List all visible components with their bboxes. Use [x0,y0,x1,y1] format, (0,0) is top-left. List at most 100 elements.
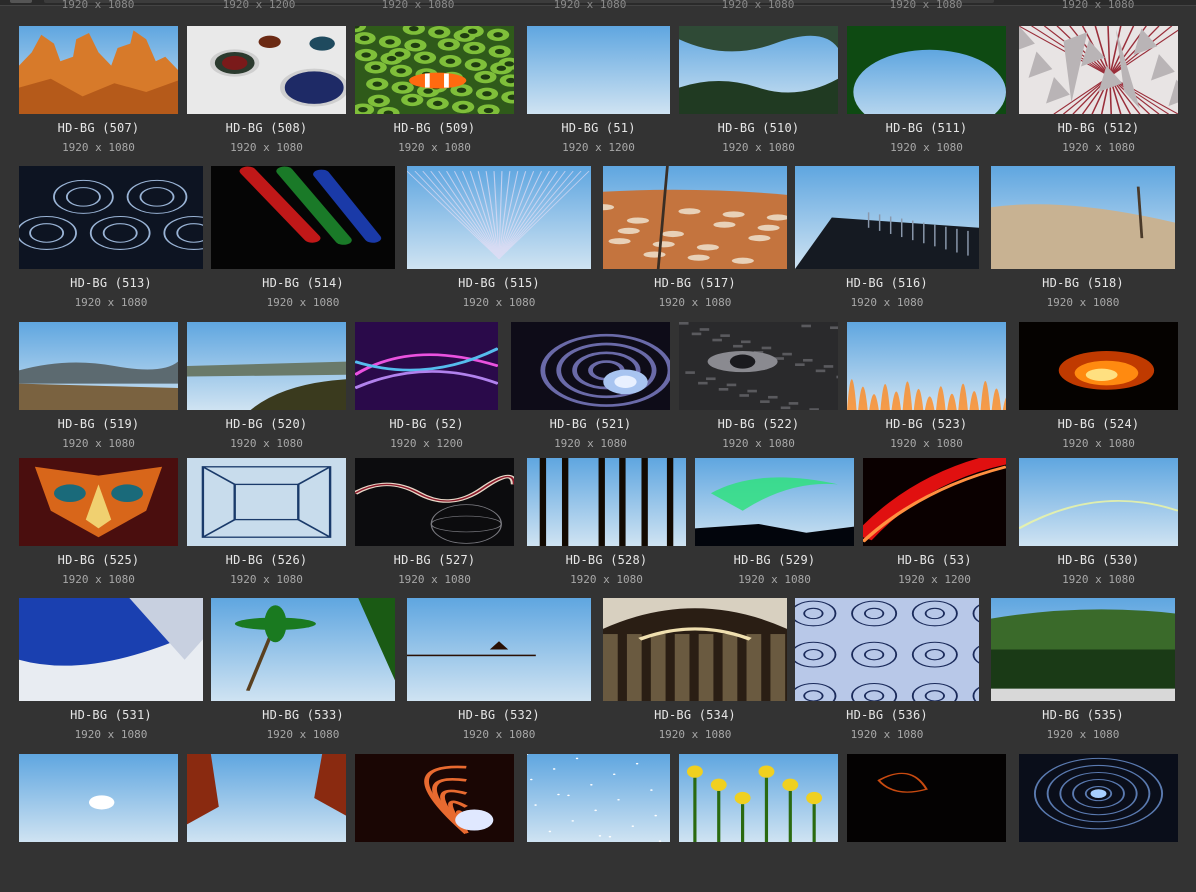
thumbnail-filename: HD-BG (523) [885,417,968,431]
thumbnail-image[interactable] [527,458,686,546]
thumbnail-image[interactable] [187,322,346,410]
thumbnail-item[interactable] [187,754,346,892]
thumbnail-dimensions: 1920 x 1080 [658,728,732,741]
thumbnail-item[interactable]: HD-BG (529) 1920 x 1080 [695,458,854,596]
thumbnail-item[interactable]: HD-BG (510) 1920 x 1080 [679,26,838,164]
thumbnail-image[interactable] [19,26,178,114]
thumbnail-item[interactable]: HD-BG (530) 1920 x 1080 [1019,458,1178,596]
thumbnail-item[interactable] [527,754,670,892]
thumbnail-filename: HD-BG (525) [57,553,140,567]
thumbnail-filename: HD-BG (511) [885,121,968,135]
thumbnail-item[interactable] [355,754,514,892]
thumbnail-image[interactable] [603,598,787,701]
top-row-dims-label: 1920 x 1080 [61,0,135,11]
thumbnail-item[interactable]: HD-BG (515) 1920 x 1080 [407,166,591,319]
thumbnail-item[interactable]: HD-BG (526) 1920 x 1080 [187,458,346,596]
thumbnail-item[interactable]: HD-BG (521) 1920 x 1080 [511,322,670,460]
thumbnail-filename: HD-BG (515) [458,276,540,290]
thumbnail-image[interactable] [407,166,591,269]
thumbnail-item[interactable]: HD-BG (536) 1920 x 1080 [795,598,979,751]
thumbnail-item[interactable]: HD-BG (531) 1920 x 1080 [19,598,203,751]
thumbnail-image[interactable] [19,754,178,842]
thumbnail-image[interactable] [211,598,395,701]
thumbnail-image[interactable] [679,26,838,114]
thumbnail-item[interactable]: HD-BG (535) 1920 x 1080 [991,598,1175,751]
thumbnail-item[interactable]: HD-BG (523) 1920 x 1080 [847,322,1006,460]
thumbnail-image[interactable] [19,598,203,701]
thumbnail-item[interactable]: HD-BG (512) 1920 x 1080 [1019,26,1178,164]
thumbnail-item[interactable]: HD-BG (524) 1920 x 1080 [1019,322,1178,460]
thumbnail-image[interactable] [19,458,178,546]
thumbnail-image[interactable] [527,754,670,842]
thumbnail-item[interactable]: HD-BG (533) 1920 x 1080 [211,598,395,751]
thumbnail-image[interactable] [679,322,838,410]
thumbnail-filename: HD-BG (516) [846,276,928,290]
thumbnail-image[interactable] [795,598,979,701]
thumbnail-image[interactable] [511,322,670,410]
thumbnail-dimensions: 1920 x 1080 [398,141,471,154]
thumbnail-image[interactable] [355,458,514,546]
thumbnail-item[interactable]: HD-BG (507) 1920 x 1080 [19,26,178,164]
thumbnail-item[interactable]: HD-BG (518) 1920 x 1080 [991,166,1175,319]
thumbnail-image[interactable] [847,26,1006,114]
thumbnail-filename: HD-BG (52) [389,417,464,431]
thumbnail-image[interactable] [863,458,1006,546]
thumbnail-image[interactable] [795,166,979,269]
thumbnail-item[interactable]: HD-BG (532) 1920 x 1080 [407,598,591,751]
thumbnail-item[interactable]: HD-BG (514) 1920 x 1080 [211,166,395,319]
thumbnail-dimensions: 1920 x 1080 [62,573,135,586]
thumbnail-dimensions: 1920 x 1080 [1046,296,1120,309]
thumbnail-dimensions: 1920 x 1080 [1062,141,1135,154]
thumbnail-image[interactable] [991,166,1175,269]
thumbnail-image[interactable] [355,754,514,842]
thumbnail-filename: HD-BG (536) [846,708,928,722]
thumbnail-dimensions: 1920 x 1200 [898,573,971,586]
thumbnail-image[interactable] [187,458,346,546]
thumbnail-image[interactable] [695,458,854,546]
thumbnail-item[interactable]: HD-BG (520) 1920 x 1080 [187,322,346,460]
thumbnail-item[interactable]: HD-BG (522) 1920 x 1080 [679,322,838,460]
thumbnail-item[interactable]: HD-BG (517) 1920 x 1080 [603,166,787,319]
thumbnail-item[interactable]: HD-BG (51) 1920 x 1200 [527,26,670,164]
thumbnail-item[interactable] [19,754,178,892]
thumbnail-image[interactable] [355,322,498,410]
thumbnail-image[interactable] [19,166,203,269]
thumbnail-item[interactable]: HD-BG (528) 1920 x 1080 [527,458,686,596]
thumbnail-image[interactable] [847,322,1006,410]
thumbnail-item[interactable]: HD-BG (509) 1920 x 1080 [355,26,514,164]
thumbnail-item[interactable]: HD-BG (519) 1920 x 1080 [19,322,178,460]
thumbnail-image[interactable] [991,598,1175,701]
thumbnail-item[interactable]: HD-BG (53) 1920 x 1200 [863,458,1006,596]
thumbnail-image[interactable] [527,26,670,114]
thumbnail-image[interactable] [211,166,395,269]
thumbnail-image[interactable] [1019,458,1178,546]
thumbnail-dimensions: 1920 x 1080 [230,141,303,154]
thumbnail-image[interactable] [1019,26,1178,114]
thumbnail-item[interactable]: HD-BG (511) 1920 x 1080 [847,26,1006,164]
thumbnail-item[interactable]: HD-BG (508) 1920 x 1080 [187,26,346,164]
thumbnail-item[interactable] [1019,754,1178,892]
thumbnail-image[interactable] [19,322,178,410]
thumbnail-item[interactable]: HD-BG (525) 1920 x 1080 [19,458,178,596]
thumbnail-image[interactable] [407,598,591,701]
thumbnail-filename: HD-BG (532) [458,708,540,722]
thumbnail-dimensions: 1920 x 1080 [890,437,963,450]
thumbnail-item[interactable]: HD-BG (516) 1920 x 1080 [795,166,979,319]
thumbnail-item[interactable]: HD-BG (52) 1920 x 1200 [355,322,498,460]
thumbnail-image[interactable] [187,754,346,842]
thumbnail-dimensions: 1920 x 1080 [230,573,303,586]
thumbnail-image[interactable] [1019,754,1178,842]
thumbnail-item[interactable] [679,754,838,892]
thumbnail-image[interactable] [847,754,1006,842]
thumbnail-item[interactable]: HD-BG (534) 1920 x 1080 [603,598,787,751]
thumbnail-image[interactable] [1019,322,1178,410]
thumbnail-dimensions: 1920 x 1080 [738,573,811,586]
thumbnail-image[interactable] [355,26,514,114]
thumbnail-filename: HD-BG (507) [57,121,140,135]
thumbnail-item[interactable]: HD-BG (527) 1920 x 1080 [355,458,514,596]
thumbnail-image[interactable] [187,26,346,114]
thumbnail-image[interactable] [679,754,838,842]
thumbnail-item[interactable] [847,754,1006,892]
thumbnail-image[interactable] [603,166,787,269]
thumbnail-item[interactable]: HD-BG (513) 1920 x 1080 [19,166,203,319]
